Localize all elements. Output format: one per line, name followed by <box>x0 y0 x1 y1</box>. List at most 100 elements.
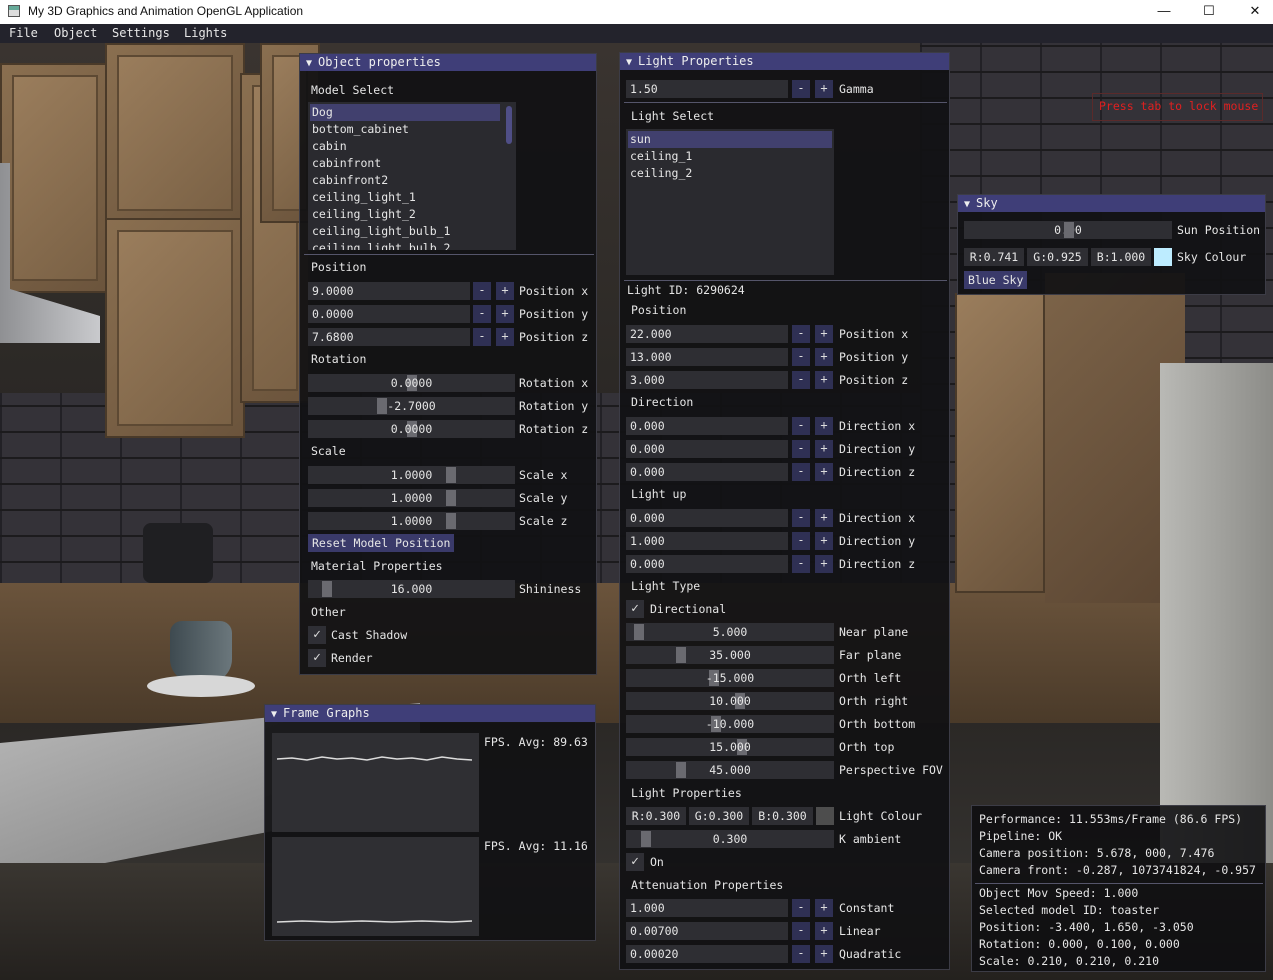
light-position-input[interactable]: 22.000 <box>626 325 788 343</box>
light-colour-swatch[interactable] <box>816 807 834 825</box>
light-direction-input[interactable]: 0.000 <box>626 440 788 458</box>
light-param-slider[interactable]: -15.000 <box>626 669 834 687</box>
light-up-plus-button[interactable]: + <box>815 532 833 550</box>
slider-grab[interactable] <box>322 581 332 597</box>
sky-colour-b[interactable]: B:1.000 <box>1091 248 1151 266</box>
scale-slider[interactable]: 1.0000 <box>308 512 515 530</box>
light-param-slider[interactable]: 45.000 <box>626 761 834 779</box>
light-up-plus-button[interactable]: + <box>815 509 833 527</box>
attenuation-plus-button[interactable]: + <box>815 922 833 940</box>
light-param-slider[interactable]: 5.000 <box>626 623 834 641</box>
render-checkbox[interactable]: ✓ <box>308 649 326 667</box>
gamma-minus-button[interactable]: - <box>792 80 810 98</box>
light-direction-plus-button[interactable]: + <box>815 417 833 435</box>
menu-settings[interactable]: Settings <box>112 26 170 40</box>
slider-grab[interactable] <box>641 831 651 847</box>
position-plus-button[interactable]: + <box>496 282 514 300</box>
light-position-minus-button[interactable]: - <box>792 348 810 366</box>
gamma-input[interactable]: 1.50 <box>626 80 788 98</box>
light-position-input[interactable]: 13.000 <box>626 348 788 366</box>
directional-checkbox[interactable]: ✓ <box>626 600 644 618</box>
light-up-minus-button[interactable]: - <box>792 532 810 550</box>
light-colour-g[interactable]: G:0.300 <box>689 807 749 825</box>
minimize-button[interactable]: — <box>1141 0 1187 24</box>
model-item[interactable]: cabinfront <box>310 155 500 172</box>
light-param-slider[interactable]: -10.000 <box>626 715 834 733</box>
light-up-input[interactable]: 1.000 <box>626 532 788 550</box>
light-direction-plus-button[interactable]: + <box>815 463 833 481</box>
model-listbox[interactable]: Dog bottom_cabinet cabin cabinfront cabi… <box>308 102 516 250</box>
attenuation-minus-button[interactable]: - <box>792 922 810 940</box>
light-param-slider-grab[interactable] <box>634 624 644 640</box>
light-colour-b[interactable]: B:0.300 <box>752 807 813 825</box>
attenuation-input[interactable]: 1.000 <box>626 899 788 917</box>
light-position-plus-button[interactable]: + <box>815 348 833 366</box>
sun-position-slider[interactable]: 0.00 <box>964 221 1172 239</box>
light-direction-minus-button[interactable]: - <box>792 417 810 435</box>
window-header[interactable]: ▼ Frame Graphs <box>265 705 595 722</box>
scale-slider-grab[interactable] <box>446 467 456 483</box>
light-listbox[interactable]: sun ceiling_1 ceiling_2 <box>626 129 834 275</box>
attenuation-minus-button[interactable]: - <box>792 899 810 917</box>
model-item[interactable]: Dog <box>310 104 500 121</box>
model-item[interactable]: ceiling_light_1 <box>310 189 500 206</box>
rotation-slider[interactable]: -2.7000 <box>308 397 515 415</box>
attenuation-minus-button[interactable]: - <box>792 945 810 963</box>
light-position-minus-button[interactable]: - <box>792 371 810 389</box>
k-ambient-slider[interactable]: 0.300 <box>626 830 834 848</box>
position-minus-button[interactable]: - <box>473 282 491 300</box>
model-item[interactable]: ceiling_light_bulb_2 <box>310 240 500 250</box>
light-param-slider[interactable]: 15.000 <box>626 738 834 756</box>
light-up-input[interactable]: 0.000 <box>626 555 788 573</box>
sky-colour-swatch[interactable] <box>1154 248 1172 266</box>
window-header[interactable]: ▼ Sky <box>958 195 1265 212</box>
blue-sky-button[interactable]: Blue Sky <box>964 271 1028 289</box>
attenuation-plus-button[interactable]: + <box>815 945 833 963</box>
position-plus-button[interactable]: + <box>496 328 514 346</box>
rotation-slider[interactable]: 0.0000 <box>308 420 515 438</box>
light-position-plus-button[interactable]: + <box>815 371 833 389</box>
position-minus-button[interactable]: - <box>473 328 491 346</box>
light-param-slider-grab[interactable] <box>676 762 686 778</box>
light-direction-minus-button[interactable]: - <box>792 440 810 458</box>
menu-file[interactable]: File <box>9 26 38 40</box>
light-direction-input[interactable]: 0.000 <box>626 463 788 481</box>
gamma-plus-button[interactable]: + <box>815 80 833 98</box>
light-position-plus-button[interactable]: + <box>815 325 833 343</box>
reset-model-position-button[interactable]: Reset Model Position <box>308 534 455 552</box>
attenuation-input[interactable]: 0.00020 <box>626 945 788 963</box>
collapse-triangle-icon[interactable]: ▼ <box>626 54 632 71</box>
window-header[interactable]: ▼ Object properties <box>300 54 596 71</box>
model-item[interactable]: ceiling_light_bulb_1 <box>310 223 500 240</box>
cast-shadow-checkbox[interactable]: ✓ <box>308 626 326 644</box>
light-direction-plus-button[interactable]: + <box>815 440 833 458</box>
light-direction-input[interactable]: 0.000 <box>626 417 788 435</box>
scale-slider-grab[interactable] <box>446 490 456 506</box>
light-colour-r[interactable]: R:0.300 <box>626 807 686 825</box>
sky-colour-g[interactable]: G:0.925 <box>1027 248 1088 266</box>
light-param-slider-grab[interactable] <box>676 647 686 663</box>
model-item[interactable]: ceiling_light_2 <box>310 206 500 223</box>
position-input[interactable]: 9.0000 <box>308 282 470 300</box>
collapse-triangle-icon[interactable]: ▼ <box>306 55 312 72</box>
menu-object[interactable]: Object <box>54 26 97 40</box>
light-item[interactable]: sun <box>628 131 832 148</box>
attenuation-input[interactable]: 0.00700 <box>626 922 788 940</box>
on-checkbox[interactable]: ✓ <box>626 853 644 871</box>
light-item[interactable]: ceiling_1 <box>628 148 832 165</box>
maximize-button[interactable]: ☐ <box>1186 0 1232 24</box>
menu-lights[interactable]: Lights <box>184 26 227 40</box>
scale-slider-grab[interactable] <box>446 513 456 529</box>
position-minus-button[interactable]: - <box>473 305 491 323</box>
list-scrollbar[interactable] <box>506 106 512 144</box>
light-up-input[interactable]: 0.000 <box>626 509 788 527</box>
model-item[interactable]: cabin <box>310 138 500 155</box>
scale-slider[interactable]: 1.0000 <box>308 466 515 484</box>
light-up-minus-button[interactable]: - <box>792 509 810 527</box>
light-up-plus-button[interactable]: + <box>815 555 833 573</box>
light-up-minus-button[interactable]: - <box>792 555 810 573</box>
position-input[interactable]: 7.6800 <box>308 328 470 346</box>
collapse-triangle-icon[interactable]: ▼ <box>964 196 970 213</box>
shininess-slider[interactable]: 16.000 <box>308 580 515 598</box>
rotation-slider-grab[interactable] <box>377 398 387 414</box>
